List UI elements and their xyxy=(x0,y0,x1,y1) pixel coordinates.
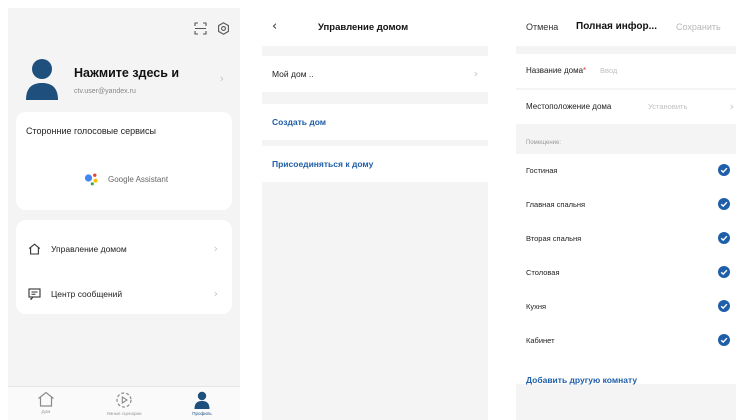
home-name-input[interactable]: Ввод xyxy=(600,66,617,75)
menu-item-label: Управление домом xyxy=(51,244,127,254)
bottom-nav: Дом Умные сценарии Профиль xyxy=(8,386,240,420)
check-icon[interactable] xyxy=(718,232,730,244)
chevron-right-icon: › xyxy=(219,72,224,85)
voice-services-title: Сторонние голосовые сервисы xyxy=(26,126,156,136)
profile-email: ctv.user@yandex.ru xyxy=(74,88,136,95)
home-location-field[interactable]: Местоположение дома Установить › xyxy=(516,90,736,124)
room-item[interactable]: Главная спальня xyxy=(516,188,736,222)
message-icon xyxy=(28,288,41,300)
room-item[interactable]: Вторая спальня xyxy=(516,222,736,256)
room-item[interactable]: Столовая xyxy=(516,256,736,290)
menu-item-home-management[interactable]: Управление домом › xyxy=(28,238,232,260)
room-name: Главная спальня xyxy=(526,200,586,209)
google-assistant-icon xyxy=(84,173,98,186)
google-assistant-button[interactable]: Google Assistant xyxy=(84,172,168,186)
home-name: Мой дом .. xyxy=(272,69,314,79)
chevron-right-icon: › xyxy=(213,242,218,255)
room-item[interactable]: Гостиная xyxy=(516,154,736,188)
house-icon xyxy=(28,243,41,255)
check-icon[interactable] xyxy=(718,300,730,312)
voice-services-card: Сторонние голосовые сервисы Google Assis… xyxy=(16,112,232,210)
profile-screen: Нажмите здесь и ctv.user@yandex.ru › Сто… xyxy=(8,8,240,420)
profile-icon xyxy=(194,391,210,409)
chevron-right-icon: › xyxy=(473,67,478,80)
rooms-list: Гостиная Главная спальня Вторая спальня … xyxy=(516,154,736,385)
page-title: Управление домом xyxy=(318,22,409,33)
home-management-screen: ‹ Управление домом Мой дом .. › Создать … xyxy=(262,8,488,420)
profile-name: Нажмите здесь и xyxy=(74,66,180,80)
room-name: Гостиная xyxy=(526,166,558,175)
nav-tab-scenes[interactable]: Умные сценарии xyxy=(94,391,154,416)
back-icon[interactable]: ‹ xyxy=(272,19,277,34)
join-home-button[interactable]: Присоединяться к дому xyxy=(262,146,488,182)
room-name: Кабинет xyxy=(526,336,555,345)
cancel-button[interactable]: Отмена xyxy=(526,22,558,32)
home-icon xyxy=(38,391,54,407)
add-room-button[interactable]: Добавить другую комнату xyxy=(526,375,637,385)
create-home-label: Создать дом xyxy=(272,117,327,127)
home-location-input[interactable]: Установить xyxy=(648,102,687,111)
check-icon[interactable] xyxy=(718,164,730,176)
home-name-field[interactable]: Название дома* Ввод xyxy=(516,54,736,88)
top-icons xyxy=(194,22,230,35)
room-name: Кухня xyxy=(526,302,547,311)
settings-icon[interactable] xyxy=(217,22,230,35)
avatar xyxy=(26,59,58,100)
check-icon[interactable] xyxy=(718,334,730,346)
nav-tab-home[interactable]: Дом xyxy=(16,391,76,414)
room-name: Вторая спальня xyxy=(526,234,582,243)
nav-tab-profile[interactable]: Профиль xyxy=(172,391,232,416)
home-location-label: Местоположение дома xyxy=(526,102,612,111)
page-title: Полная инфор... xyxy=(576,21,657,32)
nav-tab-label: Дом xyxy=(41,409,51,414)
room-name: Столовая xyxy=(526,268,560,277)
menu-item-label: Центр сообщений xyxy=(51,289,123,299)
save-button[interactable]: Сохранить xyxy=(676,22,721,32)
header: ‹ Управление домом xyxy=(262,8,488,46)
menu-item-message-center[interactable]: Центр сообщений › xyxy=(28,283,232,305)
home-info-screen: Отмена Полная инфор... Сохранить Названи… xyxy=(516,8,736,420)
check-icon[interactable] xyxy=(718,266,730,278)
required-mark: * xyxy=(583,66,587,75)
nav-tab-label: Профиль xyxy=(192,411,212,416)
rooms-section-label: Помещение: xyxy=(526,140,561,146)
home-list-item[interactable]: Мой дом .. › xyxy=(262,56,488,92)
chevron-right-icon: › xyxy=(729,100,734,113)
room-item[interactable]: Кабинет xyxy=(516,324,736,358)
check-icon[interactable] xyxy=(718,198,730,210)
nav-tab-label: Умные сценарии xyxy=(106,411,142,416)
create-home-button[interactable]: Создать дом xyxy=(262,104,488,140)
profile-header[interactable]: Нажмите здесь и ctv.user@yandex.ru › xyxy=(26,58,230,106)
header: Отмена Полная инфор... Сохранить xyxy=(516,8,736,46)
room-item[interactable]: Кухня xyxy=(516,290,736,324)
scenes-icon xyxy=(116,392,132,408)
home-name-label: Название дома* xyxy=(526,66,587,75)
google-assistant-label: Google Assistant xyxy=(108,174,169,184)
chevron-right-icon: › xyxy=(213,287,218,300)
profile-menu-card: Управление домом › Центр сообщений › xyxy=(16,220,232,314)
scan-icon[interactable] xyxy=(194,22,207,35)
join-home-label: Присоединяться к дому xyxy=(272,159,374,169)
